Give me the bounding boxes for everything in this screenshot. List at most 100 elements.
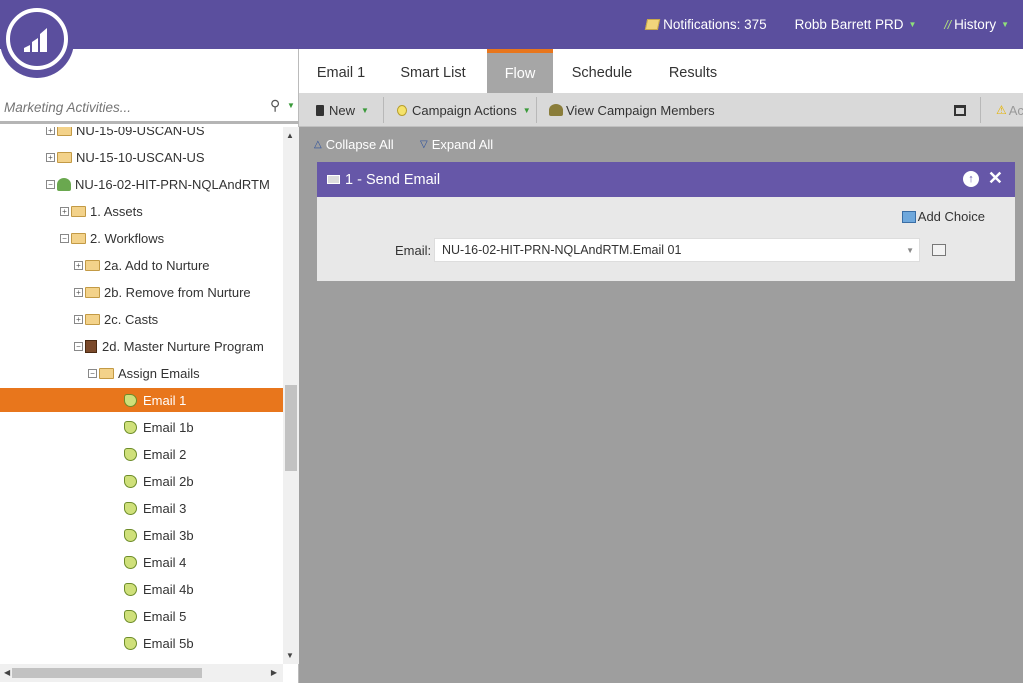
scroll-thumb[interactable] [12,668,202,678]
history-menu[interactable]: // History ▼ [944,17,1009,32]
expand-node-icon[interactable]: + [60,206,69,216]
tree-item-label: 2b. Remove from Nurture [104,284,251,300]
folder-icon [71,232,86,244]
tab-email-1[interactable]: Email 1 [303,49,379,93]
tree-item[interactable]: Email 2 [0,442,283,466]
chevron-down-icon[interactable]: ▼ [906,246,914,255]
scroll-down-icon[interactable]: ▼ [286,651,294,660]
expand-all-button[interactable]: ▽ Expand All [420,128,493,160]
members-icon [549,104,563,116]
email-select[interactable]: NU-16-02-HIT-PRN-NQLAndRTM.Email 01 ▼ [434,238,920,262]
scroll-right-icon[interactable]: ▶ [271,668,277,677]
tree-item-label: Email 5 [143,608,187,624]
campaign-icon [124,609,137,623]
email-icon [327,175,340,184]
collapse-node-icon[interactable]: − [46,179,55,189]
expand-node-icon[interactable]: + [74,260,83,270]
tree-item-label: 2a. Add to Nurture [104,257,210,273]
add-choice-button[interactable]: Add Choice [901,209,985,224]
campaign-toolbar: New ▼ Campaign Actions ▼ View Campaign M… [299,93,1023,127]
tree-item[interactable]: Email 3 [0,496,283,520]
collapse-node-icon[interactable]: − [60,233,69,243]
alerts-button[interactable]: ⚠ Ac [996,93,1023,127]
tree-item-label: Email 3b [143,527,194,543]
chevron-down-icon: ▼ [1001,20,1009,29]
popout-button[interactable] [954,93,966,127]
window-icon [954,104,966,116]
tree-item-label: Email 1 [143,392,187,408]
collapse-all-button[interactable]: △ Collapse All [314,128,394,160]
tree-item[interactable]: + NU-15-09-USCAN-US [0,127,283,142]
lookup-icon[interactable] [932,244,946,256]
book-icon [85,339,97,353]
tree-item[interactable]: Email 1 [0,388,283,412]
scroll-thumb[interactable] [285,385,297,471]
expand-node-icon[interactable]: + [74,287,83,297]
folder-icon [85,286,100,298]
close-icon[interactable]: ✕ [988,168,1003,189]
tree-item[interactable]: +2a. Add to Nurture [0,253,283,277]
flow-step-header[interactable]: 1 - Send Email ↑ ✕ [317,162,1015,197]
logo-bars-icon [24,28,47,52]
campaign-actions-button[interactable]: Campaign Actions ▼ [397,93,531,127]
tree-horizontal-scrollbar[interactable]: ◀ ▶ [0,664,283,682]
email-select-value: NU-16-02-HIT-PRN-NQLAndRTM.Email 01 [442,243,682,257]
chevron-down-icon: ▼ [522,105,531,115]
collapse-node-icon[interactable]: − [74,341,83,351]
tree-item-label: Email 5b [143,635,194,651]
tree-item[interactable]: Email 1b [0,415,283,439]
campaign-icon [124,447,137,461]
campaign-tabs: Email 1 Smart List Flow Schedule Results [299,49,1023,93]
expand-node-icon[interactable]: + [46,152,55,162]
tab-smart-list[interactable]: Smart List [389,49,477,93]
add-choice-icon [901,210,916,223]
tree-item[interactable]: Email 3b [0,523,283,547]
tree-item-label: Email 4b [143,581,194,597]
tab-flow[interactable]: Flow [487,49,553,93]
tree-item[interactable]: Email 4b [0,577,283,601]
history-label: History [954,17,997,32]
tree-search-input[interactable] [4,96,264,118]
scroll-up-icon[interactable]: ▲ [286,131,294,140]
expand-node-icon[interactable]: + [46,127,55,135]
tree-item[interactable]: − Assign Emails [0,361,283,385]
logo-container [0,0,74,78]
marketo-logo[interactable] [6,8,68,70]
tree-item[interactable]: − NU-16-02-HIT-PRN-NQLAndRTM [0,172,283,196]
tab-results[interactable]: Results [653,49,733,93]
new-button[interactable]: New ▼ [316,93,369,127]
collapse-all-label: Collapse All [325,136,394,152]
tree-item[interactable]: Email 5b [0,631,283,655]
tree-item[interactable]: +2c. Casts [0,307,283,331]
user-menu[interactable]: Robb Barrett PRD ▼ [795,17,917,32]
tree-vertical-scrollbar[interactable]: ▲ ▼ [283,127,299,664]
scroll-left-icon[interactable]: ◀ [4,668,10,677]
top-bar: Notifications: 375 Robb Barrett PRD ▼ //… [0,0,1023,49]
add-choice-label: Add Choice [917,209,985,224]
tree-item[interactable]: Email 5 [0,604,283,628]
folder-icon [71,205,86,217]
tree-item[interactable]: Email 4 [0,550,283,574]
move-up-icon[interactable]: ↑ [963,171,979,187]
tree-item[interactable]: +2b. Remove from Nurture [0,280,283,304]
chevron-down-icon[interactable]: ▼ [287,101,295,110]
search-icon[interactable]: ⚲ [270,97,280,114]
folder-icon [85,313,100,325]
tree-item-label: Assign Emails [118,365,200,381]
view-members-label: View Campaign Members [566,102,715,118]
campaign-icon [124,501,137,515]
tree-item[interactable]: − 2. Workflows [0,226,283,250]
notifications-icon [644,19,661,30]
tab-schedule[interactable]: Schedule [557,49,647,93]
lightbulb-icon [397,104,407,116]
toolbar-divider [383,97,384,123]
tree-item[interactable]: Email 2b [0,469,283,493]
notifications-button[interactable]: Notifications: 375 [644,17,767,32]
collapse-node-icon[interactable]: − [88,368,97,378]
expand-node-icon[interactable]: + [74,314,83,324]
tree-item[interactable]: − 2d. Master Nurture Program [0,334,283,358]
view-campaign-members-button[interactable]: View Campaign Members [549,93,715,127]
flow-controls: △ Collapse All ▽ Expand All [299,128,1023,160]
tree-item[interactable]: + NU-15-10-USCAN-US [0,145,283,169]
tree-item[interactable]: +1. Assets [0,199,283,223]
